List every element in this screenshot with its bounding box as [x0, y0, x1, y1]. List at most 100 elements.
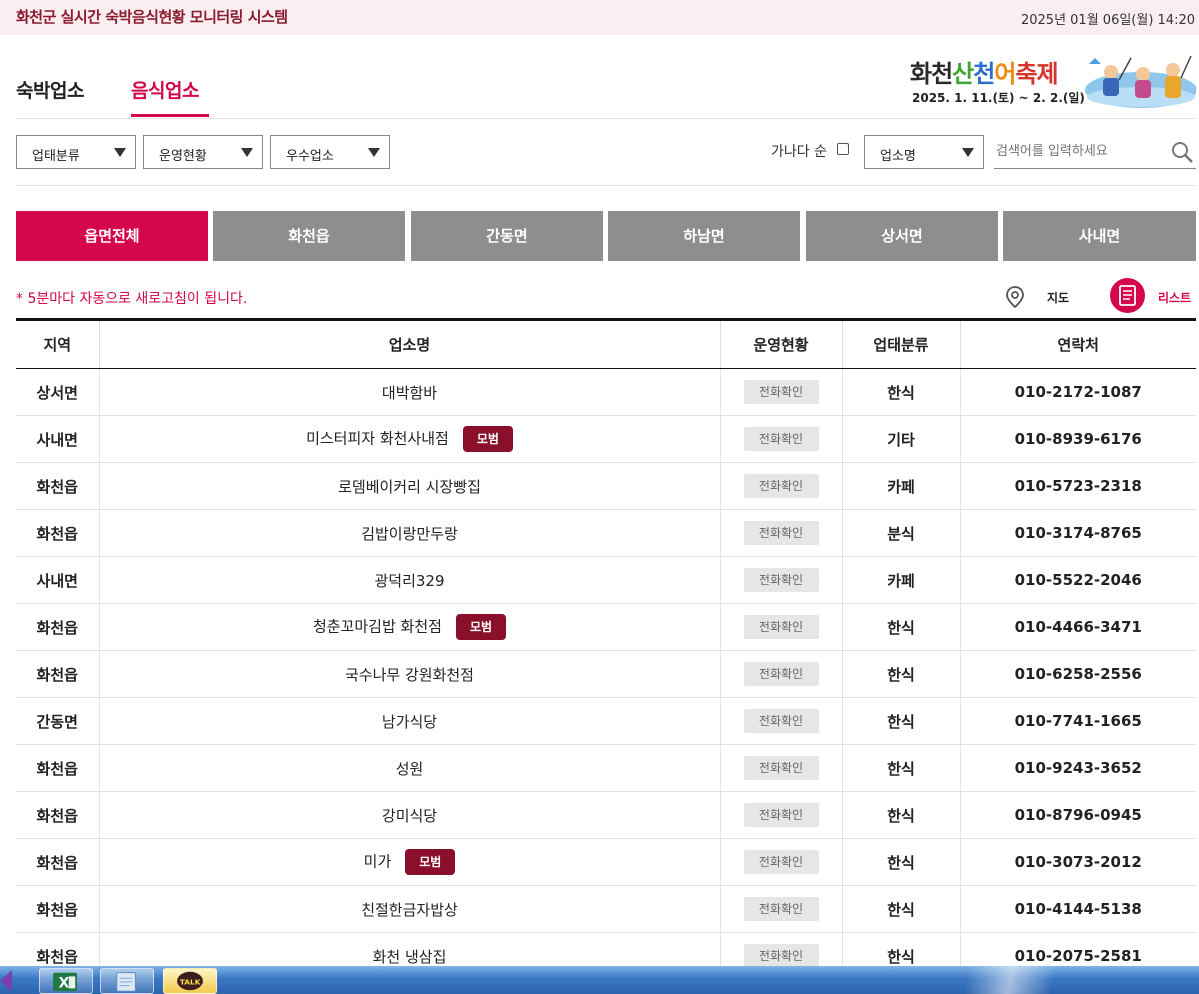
- business-name[interactable]: 미가: [364, 853, 392, 871]
- status-button[interactable]: 전화확인: [743, 380, 819, 404]
- status-button[interactable]: 전화확인: [743, 756, 819, 780]
- taskbar-kakaotalk-button[interactable]: TALK: [163, 968, 217, 994]
- column-header: 업태분류: [842, 318, 961, 369]
- cell-phone[interactable]: 010-7741-1665: [960, 697, 1196, 745]
- cell-phone[interactable]: 010-2172-1087: [960, 368, 1196, 416]
- search-icon[interactable]: [1170, 140, 1194, 164]
- table-row[interactable]: 화천읍 로뎀베이커리 시장빵집 전화확인 카페 010-5723-2318: [16, 462, 1196, 510]
- region-tab-sangseo[interactable]: 상서면: [806, 211, 998, 261]
- status-button[interactable]: 전화확인: [743, 474, 819, 498]
- table-row[interactable]: 화천읍 김밥이랑만두랑 전화확인 분식 010-3174-8765: [16, 509, 1196, 557]
- table-row[interactable]: 화천읍 청춘꼬마김밥 화천점 모범 전화확인 한식 010-4466-3471: [16, 603, 1196, 651]
- cell-name: 로뎀베이커리 시장빵집: [99, 462, 721, 510]
- search-field-value: 업소명: [880, 149, 916, 164]
- search-field-select[interactable]: 업소명: [864, 135, 984, 169]
- cell-phone[interactable]: 010-4144-5138: [960, 885, 1196, 933]
- cell-region: 화천읍: [16, 744, 100, 792]
- cell-phone[interactable]: 010-6258-2556: [960, 650, 1196, 698]
- cell-phone[interactable]: 010-4466-3471: [960, 603, 1196, 651]
- taskbar-excel-button[interactable]: X: [39, 968, 93, 994]
- cell-name: 강미식당: [99, 791, 721, 839]
- status-button[interactable]: 전화확인: [743, 944, 819, 968]
- festival-illustration: [1085, 55, 1196, 108]
- table-row[interactable]: 화천읍 강미식당 전화확인 한식 010-8796-0945: [16, 791, 1196, 839]
- map-pin-icon[interactable]: [1004, 285, 1026, 309]
- divider: [16, 118, 1196, 119]
- list-view-button[interactable]: [1110, 278, 1145, 313]
- business-name[interactable]: 광덕리329: [374, 572, 444, 590]
- excellent-select[interactable]: 우수업소: [270, 135, 390, 169]
- cell-type: 한식: [842, 791, 961, 839]
- business-name[interactable]: 대박함바: [382, 384, 437, 402]
- cell-type: 기타: [842, 415, 961, 463]
- cell-name: 성원: [99, 744, 721, 792]
- cell-phone[interactable]: 010-5723-2318: [960, 462, 1196, 510]
- tab-lodging[interactable]: 숙박업소: [16, 76, 84, 103]
- refresh-notice: * 5분마다 자동으로 새로고침이 됩니다.: [16, 291, 248, 307]
- chevron-down-icon: [368, 148, 380, 157]
- category-select[interactable]: 업태분류: [16, 135, 136, 169]
- status-select[interactable]: 운영현황: [143, 135, 263, 169]
- festival-date: 2025. 1. 11.(토) ~ 2. 2.(일): [912, 91, 1085, 105]
- model-restaurant-badge: 모범: [455, 614, 507, 640]
- tab-restaurants[interactable]: 음식업소: [131, 76, 199, 103]
- region-tab-sanae[interactable]: 사내면: [1003, 211, 1196, 261]
- sort-checkbox[interactable]: [837, 143, 849, 155]
- table-row[interactable]: 화천읍 미가 모범 전화확인 한식 010-3073-2012: [16, 838, 1196, 886]
- festival-title-part: 화천: [910, 60, 953, 88]
- cell-phone[interactable]: 010-8796-0945: [960, 791, 1196, 839]
- status-button[interactable]: 전화확인: [743, 615, 819, 639]
- region-tab-gandong[interactable]: 간동면: [411, 211, 603, 261]
- business-name[interactable]: 남가식당: [382, 713, 437, 731]
- festival-banner[interactable]: 화천산천어축제 2025. 1. 11.(토) ~ 2. 2.(일): [906, 52, 1196, 112]
- business-name[interactable]: 강미식당: [382, 807, 437, 825]
- table-row[interactable]: 상서면 대박함바 전화확인 한식 010-2172-1087: [16, 368, 1196, 416]
- business-name[interactable]: 미스터피자 화천사내점: [306, 430, 449, 448]
- status-button[interactable]: 전화확인: [743, 427, 819, 451]
- table-row[interactable]: 사내면 광덕리329 전화확인 카페 010-5522-2046: [16, 556, 1196, 604]
- list-view-label[interactable]: 리스트: [1158, 289, 1191, 306]
- model-restaurant-badge: 모범: [462, 426, 513, 452]
- status-button[interactable]: 전화확인: [743, 521, 819, 545]
- region-tab-all[interactable]: 읍면전체: [16, 211, 208, 261]
- cell-phone[interactable]: 010-3073-2012: [960, 838, 1196, 886]
- table-row[interactable]: 간동면 남가식당 전화확인 한식 010-7741-1665: [16, 697, 1196, 745]
- map-view-label[interactable]: 지도: [1047, 289, 1069, 306]
- taskbar-notepad-button[interactable]: [100, 968, 154, 994]
- table-row[interactable]: 사내면 미스터피자 화천사내점 모범 전화확인 기타 010-8939-6176: [16, 415, 1196, 463]
- notepad-icon: [116, 972, 136, 992]
- cell-phone[interactable]: 010-3174-8765: [960, 509, 1196, 557]
- cell-type: 한식: [842, 650, 961, 698]
- cell-status: 전화확인: [720, 791, 843, 839]
- table-body: 상서면 대박함바 전화확인 한식 010-2172-1087 사내면 미스터피자 화천사내점…: [16, 368, 1196, 980]
- status-button[interactable]: 전화확인: [743, 568, 819, 592]
- excel-icon: X: [53, 972, 78, 991]
- table-row[interactable]: 화천읍 성원 전화확인 한식 010-9243-3652: [16, 744, 1196, 792]
- status-button[interactable]: 전화확인: [743, 850, 819, 874]
- cell-phone[interactable]: 010-9243-3652: [960, 744, 1196, 792]
- cell-region: 간동면: [16, 697, 100, 745]
- cell-name: 남가식당: [99, 697, 721, 745]
- business-name[interactable]: 친절한금자밥상: [361, 901, 458, 919]
- cell-name: 미가 모범: [99, 838, 721, 886]
- search-input[interactable]: [994, 135, 1196, 169]
- status-button[interactable]: 전화확인: [743, 897, 819, 921]
- region-tab-hanam[interactable]: 하남면: [608, 211, 800, 261]
- business-name[interactable]: 로뎀베이커리 시장빵집: [338, 478, 481, 496]
- business-name[interactable]: 성원: [396, 760, 424, 778]
- taskbar-scroll-arrow-icon[interactable]: [0, 970, 12, 992]
- cell-phone[interactable]: 010-5522-2046: [960, 556, 1196, 604]
- business-name[interactable]: 김밥이랑만두랑: [361, 525, 458, 543]
- cell-phone[interactable]: 010-8939-6176: [960, 415, 1196, 463]
- region-tab-hwacheon[interactable]: 화천읍: [213, 211, 405, 261]
- business-name[interactable]: 화천 냉삼집: [373, 948, 447, 966]
- status-button[interactable]: 전화확인: [743, 803, 819, 827]
- business-name[interactable]: 국수나무 강원화천점: [345, 666, 474, 684]
- business-name[interactable]: 청춘꼬마김밥 화천점: [313, 618, 442, 636]
- kakaotalk-icon-label: TALK: [180, 978, 201, 987]
- status-button[interactable]: 전화확인: [743, 662, 819, 686]
- cell-status: 전화확인: [720, 462, 843, 510]
- status-button[interactable]: 전화확인: [743, 709, 819, 733]
- table-row[interactable]: 화천읍 친절한금자밥상 전화확인 한식 010-4144-5138: [16, 885, 1196, 933]
- table-row[interactable]: 화천읍 국수나무 강원화천점 전화확인 한식 010-6258-2556: [16, 650, 1196, 698]
